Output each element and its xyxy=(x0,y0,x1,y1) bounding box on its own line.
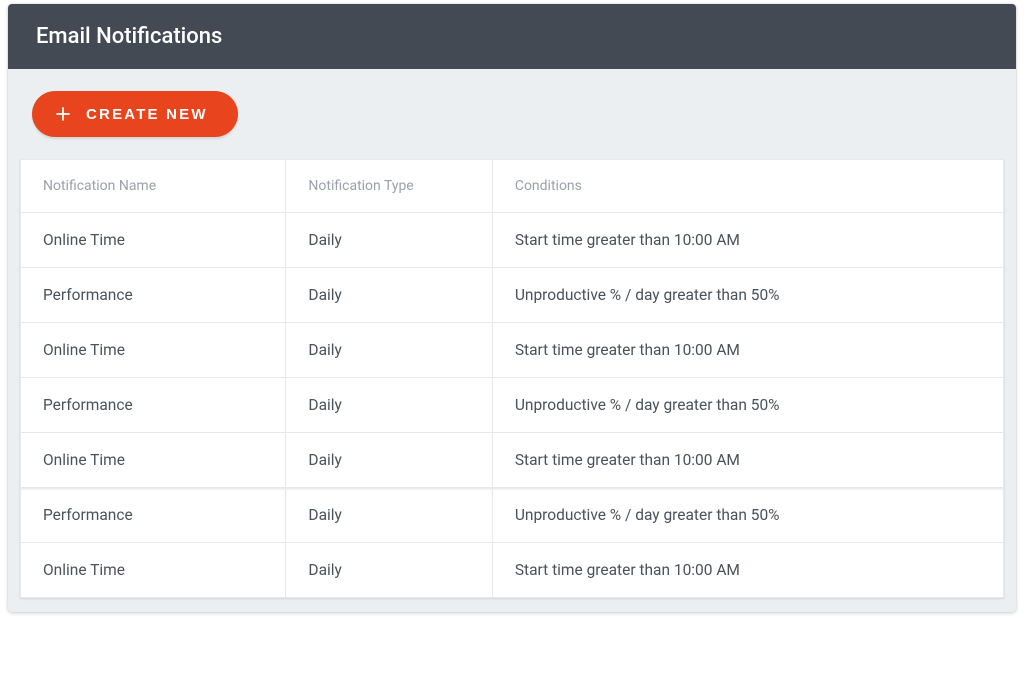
cell-type: Daily xyxy=(286,378,492,433)
cell-name: Online Time xyxy=(21,543,286,598)
table-row[interactable]: Performance Daily Unproductive % / day g… xyxy=(21,488,1004,543)
plus-icon xyxy=(54,105,72,123)
cell-type: Daily xyxy=(286,543,492,598)
cell-conditions: Start time greater than 10:00 AM xyxy=(492,543,1003,598)
table-header-row: Notification Name Notification Type Cond… xyxy=(21,160,1004,213)
col-header-conditions: Conditions xyxy=(492,160,1003,213)
cell-conditions: Unproductive % / day greater than 50% xyxy=(492,378,1003,433)
cell-type: Daily xyxy=(286,323,492,378)
cell-name: Online Time xyxy=(21,323,286,378)
cell-conditions: Start time greater than 10:00 AM xyxy=(492,213,1003,268)
col-header-name: Notification Name xyxy=(21,160,286,213)
cell-name: Performance xyxy=(21,488,286,543)
cell-type: Daily xyxy=(286,488,492,543)
create-new-button[interactable]: CREATE NEW xyxy=(32,91,238,137)
cell-name: Performance xyxy=(21,378,286,433)
col-header-type: Notification Type xyxy=(286,160,492,213)
notifications-table: Notification Name Notification Type Cond… xyxy=(20,159,1004,598)
email-notifications-panel: Email Notifications CREATE NEW Notificat… xyxy=(8,4,1016,612)
table-row[interactable]: Performance Daily Unproductive % / day g… xyxy=(21,378,1004,433)
table-row[interactable]: Online Time Daily Start time greater tha… xyxy=(21,213,1004,268)
cell-name: Online Time xyxy=(21,433,286,488)
cell-name: Performance xyxy=(21,268,286,323)
cell-type: Daily xyxy=(286,213,492,268)
cell-conditions: Unproductive % / day greater than 50% xyxy=(492,268,1003,323)
cell-type: Daily xyxy=(286,433,492,488)
table-row[interactable]: Online Time Daily Start time greater tha… xyxy=(21,543,1004,598)
table-row[interactable]: Online Time Daily Start time greater tha… xyxy=(21,433,1004,488)
panel-header: Email Notifications xyxy=(8,4,1016,69)
cell-conditions: Start time greater than 10:00 AM xyxy=(492,323,1003,378)
notifications-table-wrap: Notification Name Notification Type Cond… xyxy=(20,159,1004,598)
cell-conditions: Unproductive % / day greater than 50% xyxy=(492,488,1003,543)
cell-name: Online Time xyxy=(21,213,286,268)
table-row[interactable]: Online Time Daily Start time greater tha… xyxy=(21,323,1004,378)
cell-conditions: Start time greater than 10:00 AM xyxy=(492,433,1003,488)
page-title: Email Notifications xyxy=(36,24,222,49)
toolbar: CREATE NEW xyxy=(8,69,1016,159)
create-new-label: CREATE NEW xyxy=(86,106,208,123)
cell-type: Daily xyxy=(286,268,492,323)
table-row[interactable]: Performance Daily Unproductive % / day g… xyxy=(21,268,1004,323)
